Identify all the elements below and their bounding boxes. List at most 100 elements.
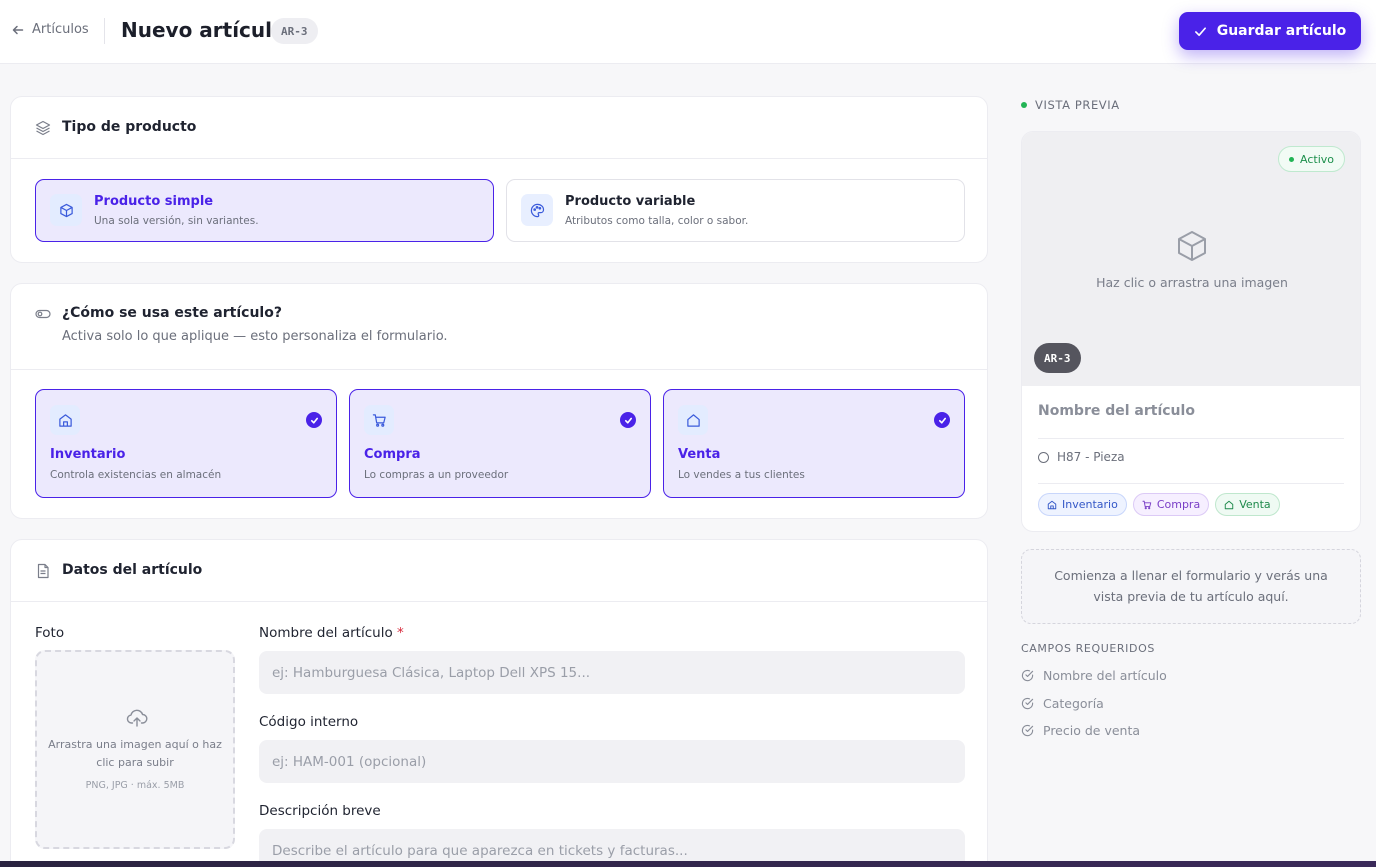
box-icon <box>1178 231 1206 261</box>
usage-inventory-title: Inventario <box>50 447 126 462</box>
store-icon <box>1224 500 1234 509</box>
toggle-icon <box>35 309 51 319</box>
usage-sale-icon-wrap <box>678 405 708 435</box>
required-field-label: Categoría <box>1043 696 1104 711</box>
check-icon <box>310 417 318 424</box>
check-icon <box>938 417 946 424</box>
usage-card: ¿Cómo se usa este artículo? Activa solo … <box>10 283 988 519</box>
back-link-label: Artículos <box>32 22 89 37</box>
preview-label: VISTA PREVIA <box>1021 98 1120 112</box>
preview-image-text: Haz clic o arrastra una imagen <box>1096 275 1288 290</box>
usage-inventory-icon-wrap <box>50 405 80 435</box>
usage-title: ¿Cómo se usa este artículo? <box>62 305 282 321</box>
arrow-left-icon <box>12 25 24 34</box>
usage-inventory-subtitle: Controla existencias en almacén <box>50 469 222 481</box>
unit-circle-icon <box>1038 451 1049 463</box>
check-circle-icon <box>1021 724 1034 737</box>
preview-card: Activo Haz clic o arrastra una imagen AR… <box>1021 131 1361 532</box>
required-field-item: Categoría <box>1021 696 1104 711</box>
product-type-title: Tipo de producto <box>62 119 197 135</box>
code-label: Código interno <box>259 714 359 730</box>
usage-subtitle: Activa solo lo que aplique — esto person… <box>62 329 448 344</box>
tag-sale: Venta <box>1215 493 1280 516</box>
name-input[interactable] <box>259 651 965 694</box>
photo-dropzone[interactable]: Arrastra una imagen aquí o haz clic para… <box>35 650 235 849</box>
tag-purchase: Compra <box>1132 493 1210 516</box>
usage-sale-check[interactable] <box>934 412 950 428</box>
option-variable-product[interactable]: Producto variable Atributos como talla, … <box>506 179 965 242</box>
photo-label: Foto <box>35 625 65 641</box>
top-bar: Artículos Nuevo artículo AR-3 Guardar ar… <box>0 0 1376 64</box>
warehouse-icon <box>58 413 72 427</box>
cart-icon <box>1142 500 1152 509</box>
usage-sale-title: Venta <box>678 447 721 462</box>
usage-inventory-check[interactable] <box>306 412 322 428</box>
bottom-edge-bar <box>0 861 1376 867</box>
usage-header: ¿Cómo se usa este artículo? Activa solo … <box>11 284 987 370</box>
preview-unit-text: H87 - Pieza <box>1057 450 1125 464</box>
preview-code-badge: AR-3 <box>1034 343 1081 373</box>
preview-tags: Inventario Compra Venta <box>1038 493 1280 516</box>
required-asterisk: * <box>397 625 404 641</box>
cube-icon <box>59 203 73 217</box>
status-dot <box>1289 156 1294 162</box>
usage-option-inventory[interactable]: Inventario Controla existencias en almac… <box>35 389 337 498</box>
preview-image-area[interactable]: Activo Haz clic o arrastra una imagen AR… <box>1022 132 1360 386</box>
option-simple-subtitle: Una sola versión, sin variantes. <box>94 215 259 227</box>
required-field-item: Precio de venta <box>1021 723 1140 738</box>
required-field-label: Nombre del artículo <box>1043 668 1167 683</box>
details-card: Datos del artículo Foto Arrastra una ima… <box>10 539 988 867</box>
dropzone-hint: PNG, JPG · máx. 5MB <box>85 780 185 791</box>
article-code-chip: AR-3 <box>271 18 318 44</box>
required-field-item: Nombre del artículo <box>1021 668 1167 683</box>
required-fields-title: CAMPOS REQUERIDOS <box>1021 642 1155 655</box>
document-icon <box>37 563 49 579</box>
usage-purchase-title: Compra <box>364 447 421 462</box>
cart-icon <box>372 413 386 427</box>
page-title: Nuevo artículo <box>121 18 286 42</box>
preview-divider <box>1038 483 1344 484</box>
preview-label-text: VISTA PREVIA <box>1035 98 1120 112</box>
code-input[interactable] <box>259 740 965 783</box>
option-variable-icon-wrap <box>521 194 553 226</box>
header-divider <box>104 18 105 44</box>
store-icon <box>686 413 700 427</box>
check-circle-icon <box>1021 697 1034 710</box>
required-field-label: Precio de venta <box>1043 723 1141 738</box>
usage-sale-subtitle: Lo vendes a tus clientes <box>678 469 805 481</box>
save-article-button[interactable]: Guardar artículo <box>1179 12 1361 50</box>
layers-icon <box>35 120 51 136</box>
check-icon <box>624 417 632 424</box>
palette-icon <box>530 203 544 217</box>
warehouse-icon <box>1047 500 1057 509</box>
usage-purchase-subtitle: Lo compras a un proveedor <box>364 469 509 481</box>
save-article-label: Guardar artículo <box>1216 23 1347 39</box>
preview-hint: Comienza a llenar el formulario y verás … <box>1021 549 1361 624</box>
option-variable-title: Producto variable <box>565 194 696 209</box>
check-icon <box>1194 26 1206 36</box>
preview-unit: H87 - Pieza <box>1038 450 1125 464</box>
description-label: Descripción breve <box>259 803 381 819</box>
usage-purchase-icon-wrap <box>364 405 394 435</box>
option-simple-title: Producto simple <box>94 194 214 209</box>
tag-inventory-label: Inventario <box>1062 498 1118 511</box>
tag-sale-label: Venta <box>1239 498 1271 511</box>
product-type-card: Tipo de producto Producto simple Una sol… <box>10 96 988 263</box>
name-label-text: Nombre del artículo <box>259 625 393 641</box>
usage-purchase-check[interactable] <box>620 412 636 428</box>
dropzone-text: Arrastra una imagen aquí o haz clic para… <box>48 738 222 769</box>
usage-option-purchase[interactable]: Compra Lo compras a un proveedor <box>349 389 651 498</box>
preview-divider <box>1038 438 1344 439</box>
tag-inventory: Inventario <box>1038 493 1127 516</box>
option-simple-product[interactable]: Producto simple Una sola versión, sin va… <box>35 179 494 242</box>
usage-option-sale[interactable]: Venta Lo vendes a tus clientes <box>663 389 965 498</box>
option-variable-subtitle: Atributos como talla, color o sabor. <box>565 215 749 227</box>
name-label: Nombre del artículo * <box>259 625 404 641</box>
preview-status-dot <box>1021 102 1027 108</box>
status-badge-label: Activo <box>1300 152 1334 166</box>
status-badge: Activo <box>1278 146 1345 172</box>
tag-purchase-label: Compra <box>1156 498 1201 511</box>
check-circle-icon <box>1021 669 1034 682</box>
option-simple-icon-wrap <box>50 194 82 226</box>
back-link[interactable]: Artículos <box>12 22 89 37</box>
